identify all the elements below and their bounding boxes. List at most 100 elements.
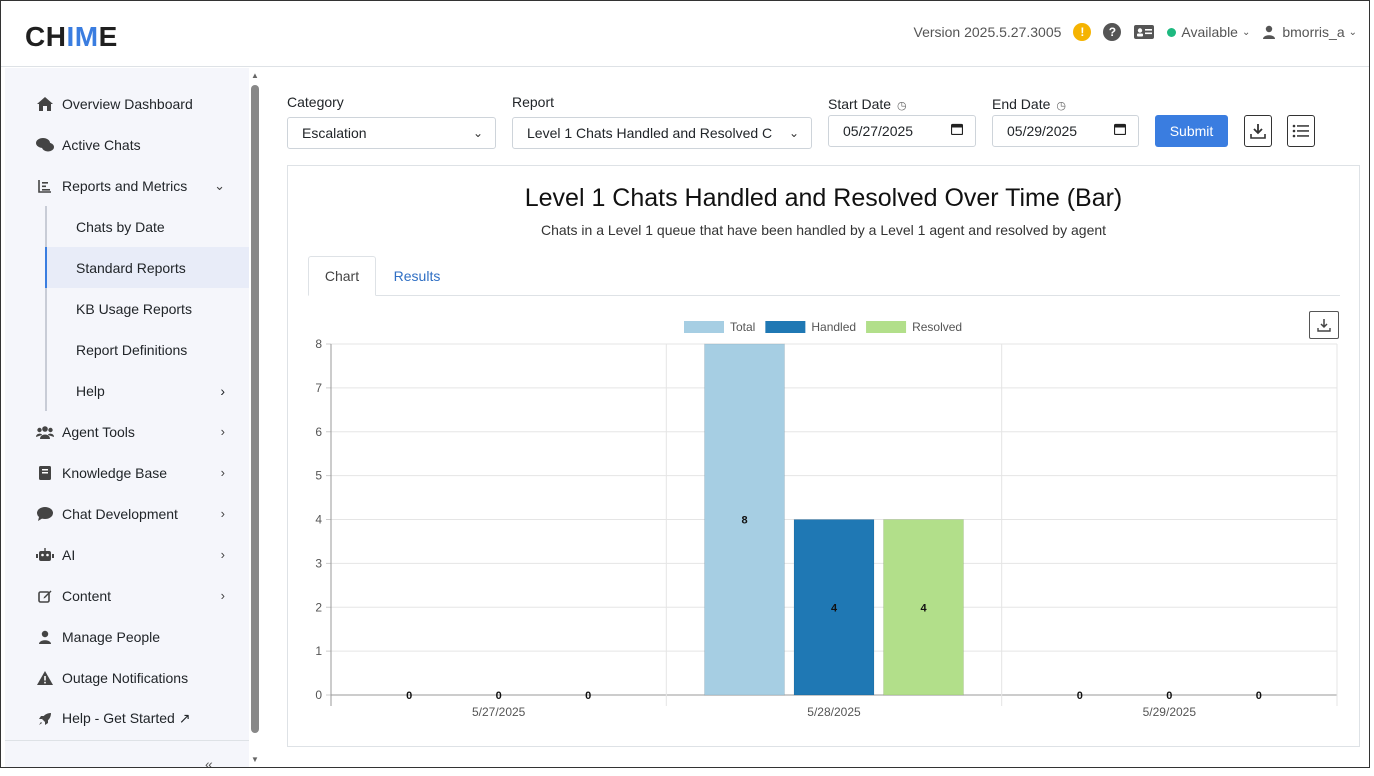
scrollbar-thumb[interactable] xyxy=(251,85,259,733)
y-tick-label: 2 xyxy=(315,600,322,614)
sidebar-item-active-chats[interactable]: Active Chats xyxy=(5,124,249,165)
help-icon[interactable]: ? xyxy=(1103,23,1122,41)
x-tick-label: 5/27/2025 xyxy=(472,705,526,719)
edit-icon xyxy=(35,589,55,603)
legend-swatch xyxy=(866,321,907,333)
sidebar-item-label: Help - Get Started ↗ xyxy=(62,710,191,726)
scroll-up-arrow-icon[interactable]: ▲ xyxy=(251,71,259,80)
tab-chart[interactable]: Chart xyxy=(308,256,376,296)
end-date-input[interactable]: 05/29/2025 xyxy=(992,115,1139,147)
chevron-right-icon: › xyxy=(220,588,225,603)
start-date-label: Start Date ◷ xyxy=(828,96,907,112)
chevron-right-icon: › xyxy=(220,506,225,521)
download-button[interactable] xyxy=(1244,115,1272,147)
chevron-down-icon: ⌄ xyxy=(214,177,225,193)
scroll-down-arrow-icon[interactable]: ▼ xyxy=(251,755,259,764)
bar-value-label: 0 xyxy=(1077,690,1083,702)
chevron-down-icon: ⌄ xyxy=(472,126,483,140)
chime-logo[interactable]: CHIME xyxy=(25,21,118,53)
sidebar-item-agent-tools[interactable]: Agent Tools › xyxy=(5,411,249,452)
sidebar-subitem-standard-reports[interactable]: Standard Reports xyxy=(45,247,249,288)
x-tick-label: 5/28/2025 xyxy=(807,705,861,719)
submit-button[interactable]: Submit xyxy=(1155,115,1228,147)
y-tick-label: 5 xyxy=(315,469,322,483)
robot-icon xyxy=(35,547,55,562)
clock-icon: ◷ xyxy=(1056,100,1066,112)
chevron-right-icon: › xyxy=(220,547,225,562)
status-label: Available xyxy=(1181,24,1238,40)
list-icon xyxy=(1292,124,1309,138)
sidebar-subitem-label: Help xyxy=(76,382,105,399)
sidebar-item-help-get-started[interactable]: Help - Get Started ↗ xyxy=(5,698,249,739)
version-text: Version 2025.5.27.3005 xyxy=(913,24,1062,40)
sidebar-subitem-report-definitions[interactable]: Report Definitions xyxy=(45,329,249,370)
bar-value-label: 0 xyxy=(585,690,591,702)
clock-icon: ◷ xyxy=(897,100,907,112)
report-subtitle: Chats in a Level 1 queue that have been … xyxy=(540,222,1107,238)
sidebar: Overview Dashboard Active Chats Reports … xyxy=(5,68,249,767)
comment-icon xyxy=(35,506,55,521)
start-date-input[interactable]: 05/27/2025 xyxy=(828,115,976,147)
y-tick-label: 3 xyxy=(315,556,322,570)
status-dropdown[interactable]: Available ⌄ xyxy=(1167,24,1250,40)
sidebar-item-knowledge-base[interactable]: Knowledge Base › xyxy=(5,452,249,493)
category-value: Escalation xyxy=(302,125,367,141)
sidebar-subitem-label: Report Definitions xyxy=(76,341,188,358)
alert-icon[interactable]: ! xyxy=(1073,23,1092,41)
sidebar-item-label: Agent Tools xyxy=(62,423,135,440)
legend-swatch xyxy=(765,321,806,333)
category-select[interactable]: Escalation ⌄ xyxy=(287,117,496,149)
book-icon xyxy=(35,465,55,480)
sidebar-item-label: Reports and Metrics xyxy=(62,177,188,194)
chart-icon xyxy=(35,179,55,193)
rocket-icon xyxy=(35,712,55,726)
id-card-icon[interactable] xyxy=(1133,24,1155,40)
sidebar-item-label: Knowledge Base xyxy=(62,464,168,481)
y-tick-label: 0 xyxy=(315,688,322,702)
chevron-down-icon: ⌄ xyxy=(1348,26,1357,38)
sidebar-item-label: Outage Notifications xyxy=(62,669,189,686)
app-window: CHIME Version 2025.5.27.3005 ! ? Availab… xyxy=(0,0,1370,768)
start-date-value: 05/27/2025 xyxy=(843,123,914,139)
sidebar-item-outage-notifications[interactable]: Outage Notifications xyxy=(5,657,249,698)
home-icon xyxy=(35,96,55,111)
logo-text-accent: IM xyxy=(66,21,99,52)
tab-results[interactable]: Results xyxy=(390,256,444,296)
sidebar-item-chat-development[interactable]: Chat Development › xyxy=(5,493,249,534)
y-tick-label: 6 xyxy=(315,425,322,439)
collapse-sidebar-icon[interactable]: « xyxy=(205,756,213,767)
report-card: Level 1 Chats Handled and Resolved Over … xyxy=(287,165,1360,747)
chevron-down-icon: ⌄ xyxy=(1241,26,1251,38)
sidebar-subitem-label: Chats by Date xyxy=(76,218,165,235)
sidebar-divider xyxy=(5,740,249,741)
download-icon xyxy=(1250,124,1266,139)
status-dot-icon xyxy=(1167,27,1177,37)
list-view-button[interactable] xyxy=(1287,115,1315,147)
x-tick-label: 5/29/2025 xyxy=(1143,705,1197,719)
sidebar-item-reports-and-metrics[interactable]: Reports and Metrics ⌄ xyxy=(5,165,249,206)
sidebar-item-label: AI xyxy=(62,546,76,563)
user-menu[interactable]: bmorris_a ⌄ xyxy=(1262,24,1357,40)
report-select[interactable]: Level 1 Chats Handled and Resolved C ⌄ xyxy=(512,117,812,149)
sidebar-item-manage-people[interactable]: Manage People xyxy=(5,616,249,657)
warning-icon xyxy=(35,670,55,685)
bar-value-label: 4 xyxy=(831,602,838,614)
chevron-right-icon: › xyxy=(220,382,225,399)
legend-label: Resolved xyxy=(912,320,962,334)
calendar-icon[interactable] xyxy=(1113,123,1127,138)
sidebar-subitem-kb-usage-reports[interactable]: KB Usage Reports xyxy=(45,288,249,329)
sidebar-subitem-help[interactable]: Help › xyxy=(45,370,249,411)
end-date-label-text: End Date xyxy=(992,96,1051,112)
sidebar-subitem-chats-by-date[interactable]: Chats by Date xyxy=(45,206,249,247)
calendar-icon[interactable] xyxy=(950,123,964,138)
bar-value-label: 0 xyxy=(1256,690,1262,702)
sidebar-item-label: Active Chats xyxy=(62,136,141,153)
sidebar-item-label: Manage People xyxy=(62,628,161,645)
y-tick-label: 7 xyxy=(315,381,322,395)
category-label: Category xyxy=(287,94,344,110)
sidebar-item-label: Chat Development xyxy=(62,505,178,522)
users-icon xyxy=(35,425,55,439)
sidebar-item-content[interactable]: Content › xyxy=(5,575,249,616)
sidebar-item-ai[interactable]: AI › xyxy=(5,534,249,575)
sidebar-item-overview-dashboard[interactable]: Overview Dashboard xyxy=(5,83,249,124)
